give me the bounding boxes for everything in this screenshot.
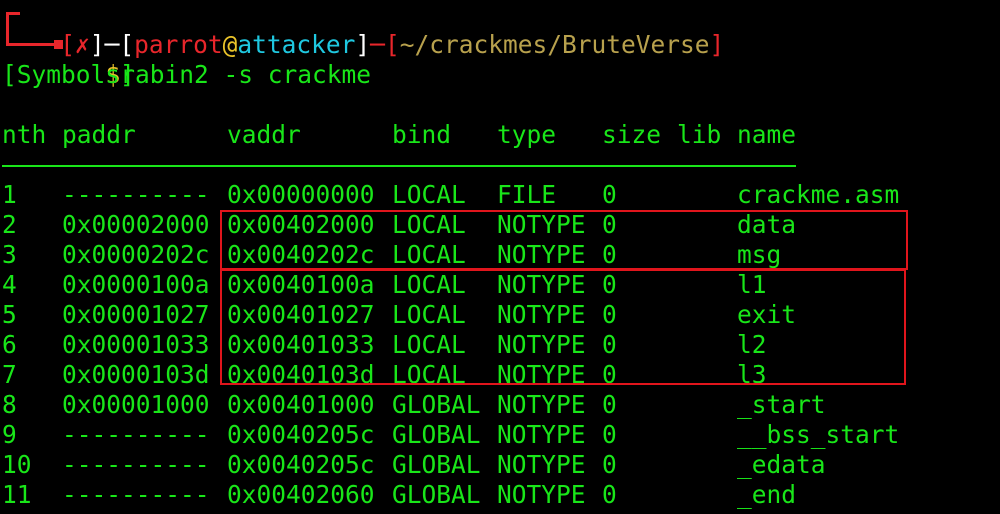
cell-type: FILE: [497, 180, 557, 209]
command-text: rabin2 -s crackme: [120, 60, 372, 89]
path-open: [: [384, 30, 400, 59]
cell-type: NOTYPE: [497, 450, 586, 479]
cell-size: 0: [602, 450, 617, 479]
column-header-name: name: [737, 120, 797, 149]
cell-nth: 11: [2, 480, 32, 509]
cell-bind: GLOBAL: [392, 420, 481, 449]
cell-paddr: 0x00001027: [62, 300, 210, 329]
cell-name: _end: [737, 480, 797, 509]
cell-paddr: 0x00002000: [62, 210, 210, 239]
cell-paddr: ----------: [62, 420, 210, 449]
cell-size: 0: [602, 420, 617, 449]
highlight-box-code-labels: [220, 269, 906, 385]
cell-vaddr: 0x00000000: [227, 180, 375, 209]
cell-nth: 3: [2, 240, 17, 269]
cell-name: crackme.asm: [737, 180, 900, 209]
cell-name: __bss_start: [737, 420, 900, 449]
cell-vaddr: 0x0040205c: [227, 420, 375, 449]
cell-bind: GLOBAL: [392, 480, 481, 509]
prompt-line: ─[✗]─[parrot@attacker]─[~/crackmes/Brute…: [2, 0, 725, 59]
prompt-connector-top: [6, 12, 20, 15]
cell-type: NOTYPE: [497, 420, 586, 449]
highlight-box-data-symbols: [220, 210, 908, 270]
cell-name: _start: [737, 390, 826, 419]
path-close: ]: [709, 30, 725, 59]
cell-nth: 5: [2, 300, 17, 329]
cell-nth: 4: [2, 270, 17, 299]
prompt-dash-2: ─: [370, 30, 385, 59]
cell-size: 0: [602, 480, 617, 509]
column-header-nth: nth: [2, 120, 47, 149]
cell-vaddr: 0x00402060: [227, 480, 375, 509]
column-header-size: size: [602, 120, 662, 149]
cell-nth: 6: [2, 330, 17, 359]
column-header-bind: bind: [392, 120, 452, 149]
cell-bind: LOCAL: [392, 180, 466, 209]
cell-name: _edata: [737, 450, 826, 479]
column-header-paddr: paddr: [62, 120, 136, 149]
cell-paddr: 0x00001000: [62, 390, 210, 419]
cell-nth: 7: [2, 360, 17, 389]
cell-nth: 2: [2, 210, 17, 239]
column-header-type: type: [497, 120, 557, 149]
cell-nth: 8: [2, 390, 17, 419]
cell-paddr: ----------: [62, 480, 210, 509]
prompt-connector-vertical: [6, 12, 9, 46]
cell-bind: GLOBAL: [392, 390, 481, 419]
cell-size: 0: [602, 180, 617, 209]
prompt-connector-bottom: [6, 43, 56, 46]
header-rule: [2, 165, 796, 167]
cell-vaddr: 0x0040205c: [227, 450, 375, 479]
cell-paddr: 0x0000100a: [62, 270, 210, 299]
cell-paddr: 0x0000202c: [62, 240, 210, 269]
cell-paddr: ----------: [62, 180, 210, 209]
prompt-arrow: [54, 40, 63, 49]
column-header-vaddr: vaddr: [227, 120, 301, 149]
cell-nth: 9: [2, 420, 17, 449]
cell-bind: GLOBAL: [392, 450, 481, 479]
cell-type: NOTYPE: [497, 480, 586, 509]
cell-paddr: 0x00001033: [62, 330, 210, 359]
prompt-path: ~/crackmes/BruteVerse: [399, 30, 710, 59]
command-line: $rabin2 -s crackme: [76, 30, 372, 89]
cell-nth: 1: [2, 180, 17, 209]
cell-paddr: ----------: [62, 450, 210, 479]
cell-type: NOTYPE: [497, 390, 586, 419]
section-header: [Symbols]: [2, 60, 135, 89]
cell-vaddr: 0x00401000: [227, 390, 375, 419]
column-header-lib: lib: [677, 120, 722, 149]
cell-nth: 10: [2, 450, 32, 479]
cell-size: 0: [602, 390, 617, 419]
cell-paddr: 0x0000103d: [62, 360, 210, 389]
